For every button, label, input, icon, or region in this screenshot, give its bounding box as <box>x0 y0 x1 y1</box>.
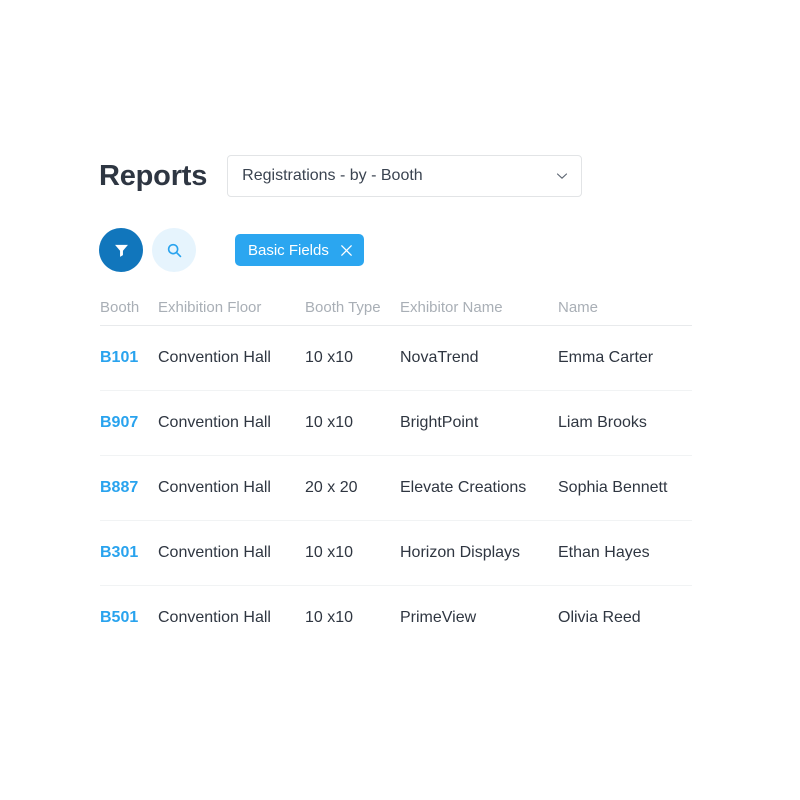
column-header-booth-type: Booth Type <box>305 298 381 316</box>
cell-name: Sophia Bennett <box>558 479 668 496</box>
column-header-exhibitor-name: Exhibitor Name <box>400 298 503 316</box>
filter-button[interactable] <box>99 228 143 272</box>
search-button[interactable] <box>152 228 196 272</box>
cell-booth-type: 10 x10 <box>305 414 354 431</box>
cell-exhibition-floor: Convention Hall <box>158 349 271 366</box>
cell-name: Emma Carter <box>558 349 654 366</box>
table-row[interactable]: B501 Convention Hall 10 x10 PrimeView Ol… <box>100 586 692 650</box>
cell-booth-type: 10 x10 <box>305 609 354 626</box>
page-title: Reports <box>99 159 208 192</box>
cell-booth-type: 20 x 20 <box>305 479 358 496</box>
reports-toolbar: Basic Fields <box>99 228 364 272</box>
table-row[interactable]: B887 Convention Hall 20 x 20 Elevate Cre… <box>100 456 692 521</box>
filter-icon <box>113 242 130 259</box>
column-header-booth: Booth <box>100 298 140 316</box>
column-header-exhibition-floor: Exhibition Floor <box>158 298 262 316</box>
cell-booth[interactable]: B301 <box>100 545 158 561</box>
cell-exhibition-floor: Convention Hall <box>158 414 271 431</box>
reports-page: Reports Registrations - by - Booth Basic… <box>0 0 800 800</box>
cell-booth[interactable]: B887 <box>100 480 158 496</box>
cell-name: Ethan Hayes <box>558 544 650 561</box>
cell-booth-type: 10 x10 <box>305 544 354 561</box>
cell-exhibitor-name: BrightPoint <box>400 414 479 431</box>
cell-booth[interactable]: B101 <box>100 350 158 366</box>
report-select-value: Registrations - by - Booth <box>242 168 423 184</box>
cell-exhibition-floor: Convention Hall <box>158 609 271 626</box>
table-row[interactable]: B907 Convention Hall 10 x10 BrightPoint … <box>100 391 692 456</box>
table-header-row: Booth Exhibition Floor Booth Type Exhibi… <box>100 293 692 326</box>
cell-booth[interactable]: B501 <box>100 610 158 626</box>
cell-exhibition-floor: Convention Hall <box>158 479 271 496</box>
cell-booth-type: 10 x10 <box>305 349 354 366</box>
report-select[interactable]: Registrations - by - Booth <box>227 155 583 197</box>
cell-exhibition-floor: Convention Hall <box>158 544 271 561</box>
cell-exhibitor-name: Elevate Creations <box>400 479 527 496</box>
reports-table: Booth Exhibition Floor Booth Type Exhibi… <box>100 293 692 650</box>
cell-booth[interactable]: B907 <box>100 415 158 431</box>
cell-exhibitor-name: NovaTrend <box>400 349 479 366</box>
close-icon[interactable] <box>340 244 353 257</box>
cell-name: Liam Brooks <box>558 414 647 431</box>
column-header-name: Name <box>558 298 599 316</box>
chevron-down-icon <box>556 170 568 182</box>
table-row[interactable]: B301 Convention Hall 10 x10 Horizon Disp… <box>100 521 692 586</box>
cell-exhibitor-name: Horizon Displays <box>400 544 521 561</box>
reports-header: Reports Registrations - by - Booth <box>99 155 583 197</box>
cell-name: Olivia Reed <box>558 609 641 626</box>
cell-exhibitor-name: PrimeView <box>400 609 477 626</box>
chip-label: Basic Fields <box>248 241 329 259</box>
table-row[interactable]: B101 Convention Hall 10 x10 NovaTrend Em… <box>100 326 692 391</box>
basic-fields-chip[interactable]: Basic Fields <box>235 234 364 266</box>
search-icon <box>166 242 183 259</box>
